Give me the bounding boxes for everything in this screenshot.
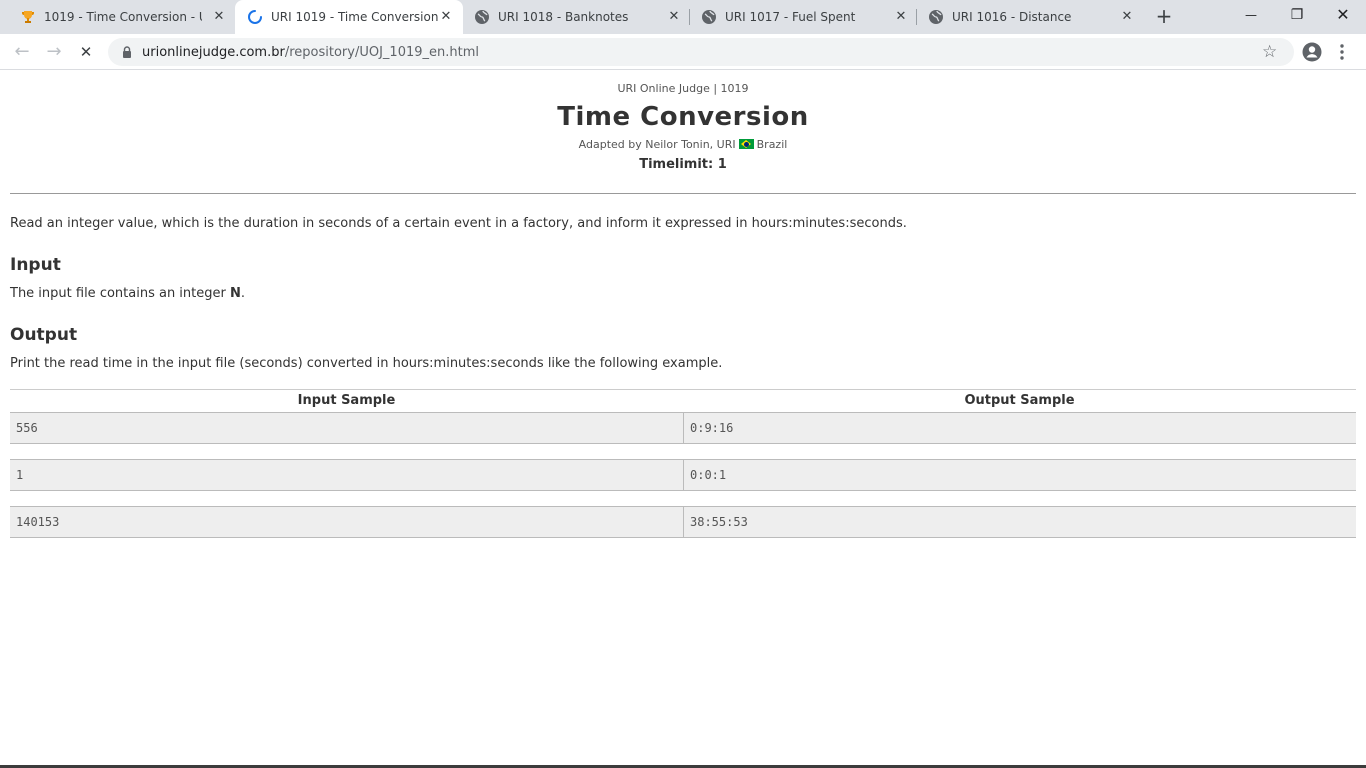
loading-spinner-icon	[248, 10, 262, 24]
timelimit: Timelimit: 1	[639, 157, 727, 172]
profile-avatar-icon[interactable]	[1302, 42, 1322, 62]
lock-icon	[123, 46, 131, 58]
problem-title: Time Conversion	[557, 102, 809, 132]
tab-title: URI 1018 - Banknotes	[498, 10, 629, 24]
minimize-button[interactable]: —	[1228, 0, 1274, 30]
globe-icon	[929, 10, 943, 24]
samples-header-row: Input Sample Output Sample	[10, 389, 1356, 412]
tab-title: 1019 - Time Conversion - URI O	[44, 10, 202, 24]
judge-line: URI Online Judge | 1019	[617, 82, 749, 95]
country-text: Brazil	[756, 138, 788, 151]
new-tab-button[interactable]: +	[1154, 6, 1174, 27]
tab-strip: 1019 - Time Conversion - URI O ✕ URI 101…	[0, 0, 1366, 34]
globe-icon	[702, 10, 716, 24]
output-description: Print the read time in the input file (s…	[10, 356, 723, 371]
input-text-prefix: The input file contains an integer	[10, 286, 230, 301]
tab-close-icon[interactable]: ✕	[667, 10, 681, 24]
sample-row: 556 0:9:16	[10, 412, 1356, 444]
tab-title: URI 1017 - Fuel Spent	[725, 10, 856, 24]
address-bar[interactable]: urionlinejudge.com.br/repository/UOJ_101…	[108, 38, 1294, 66]
header-divider	[10, 193, 1356, 194]
output-heading: Output	[10, 325, 78, 345]
input-variable: N	[229, 286, 241, 301]
url-text[interactable]: urionlinejudge.com.br/repository/UOJ_101…	[142, 45, 479, 60]
problem-description: Read an integer value, which is the dura…	[10, 216, 907, 231]
tab-uri-1019-active[interactable]: URI 1019 - Time Conversion ✕	[235, 0, 463, 34]
tab-close-icon[interactable]: ✕	[894, 10, 908, 24]
close-window-button[interactable]: ✕	[1320, 0, 1366, 30]
sample-input-cell: 556	[16, 421, 38, 435]
url-path: /repository/UOJ_1019_en.html	[284, 45, 479, 60]
restore-button[interactable]: ❐	[1274, 0, 1320, 30]
sample-row: 1 0:0:1	[10, 459, 1356, 491]
page-content: URI Online Judge | 1019 Time Conversion …	[0, 71, 1366, 768]
input-heading: Input	[10, 255, 61, 275]
back-button[interactable]: ←	[12, 42, 32, 62]
samples-table: Input Sample Output Sample 556 0:9:16 1 …	[10, 389, 1356, 553]
stop-loading-button[interactable]: ✕	[76, 42, 96, 62]
sample-input-cell: 1	[16, 468, 24, 482]
input-description: The input file contains an integer N.	[10, 286, 245, 301]
input-text-suffix: .	[240, 286, 246, 301]
tab-uri-1019-judge[interactable]: 1019 - Time Conversion - URI O ✕	[8, 0, 234, 34]
adapted-by-text: Adapted by Neilor Tonin, URI	[578, 138, 736, 151]
tab-uri-1018[interactable]: URI 1018 - Banknotes ✕	[462, 0, 690, 34]
bookmark-star-icon[interactable]: ☆	[1262, 42, 1277, 62]
sample-output-cell: 0:9:16	[683, 413, 1356, 443]
sample-row: 140153 38:55:53	[10, 506, 1356, 538]
input-sample-header: Input Sample	[297, 393, 396, 408]
browser-menu-icon[interactable]	[1336, 42, 1348, 62]
output-sample-header: Output Sample	[964, 393, 1075, 408]
sample-output-cell: 0:0:1	[683, 460, 1356, 490]
tab-close-icon[interactable]: ✕	[1120, 10, 1134, 24]
tab-title: URI 1019 - Time Conversion	[271, 10, 439, 24]
tab-uri-1016[interactable]: URI 1016 - Distance ✕	[916, 0, 1144, 34]
sample-output-cell: 38:55:53	[683, 507, 1356, 537]
forward-button[interactable]: →	[44, 42, 64, 62]
tab-close-icon[interactable]: ✕	[212, 10, 226, 24]
globe-icon	[475, 10, 489, 24]
url-host: urionlinejudge.com.br	[142, 45, 285, 60]
trophy-icon	[22, 11, 34, 23]
tab-title: URI 1016 - Distance	[952, 10, 1072, 24]
sample-input-cell: 140153	[16, 515, 60, 529]
tab-close-icon[interactable]: ✕	[439, 10, 453, 24]
browser-toolbar: ← → ✕ urionlinejudge.com.br/repository/U…	[0, 34, 1366, 70]
tab-uri-1017[interactable]: URI 1017 - Fuel Spent ✕	[689, 0, 917, 34]
adapted-line: Adapted by Neilor Tonin, URI Brazil	[0, 138, 1366, 151]
brazil-flag-icon	[738, 139, 754, 149]
